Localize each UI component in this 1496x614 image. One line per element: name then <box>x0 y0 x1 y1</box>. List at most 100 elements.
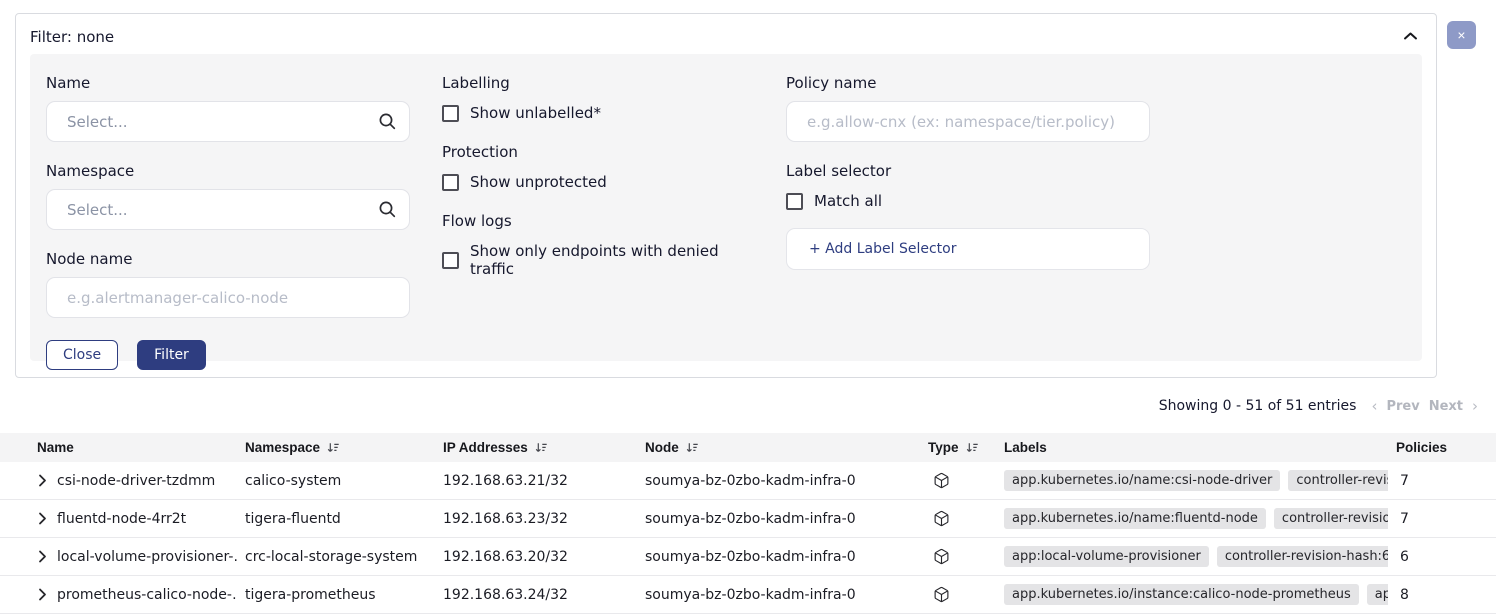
endpoint-policies-count: 6 <box>1388 538 1496 575</box>
next-page-link[interactable]: Next <box>1429 399 1463 414</box>
table-row: local-volume-provisioner-…crc-local-stor… <box>0 538 1496 576</box>
endpoints-table: Name Namespace IP Addresses Node Type La… <box>0 433 1496 614</box>
namespace-field-label: Namespace <box>46 162 410 180</box>
protection-section-label: Protection <box>442 143 754 161</box>
endpoint-ip-addresses: 192.168.63.24/32 <box>435 576 637 613</box>
label-badge: controller-revision-… <box>1274 508 1388 529</box>
endpoint-namespace: calico-system <box>237 462 435 499</box>
chevron-up-icon <box>1403 29 1418 44</box>
endpoint-name: csi-node-driver-tzdmm <box>57 473 215 489</box>
node-name-field-label: Node name <box>46 250 410 268</box>
add-label-selector-button[interactable]: + Add Label Selector <box>786 228 1150 270</box>
pod-cube-icon <box>933 586 950 603</box>
endpoint-type <box>920 500 996 537</box>
row-expand-chevron-icon[interactable] <box>38 512 47 525</box>
endpoint-ip-addresses: 192.168.63.23/32 <box>435 500 637 537</box>
endpoint-namespace: tigera-prometheus <box>237 576 435 613</box>
show-unprotected-checkbox[interactable] <box>442 174 459 191</box>
sort-icon[interactable] <box>685 441 699 455</box>
labelling-section-label: Labelling <box>442 74 754 92</box>
endpoint-policies-count: 8 <box>1388 576 1496 613</box>
endpoint-labels: app.kubernetes.io/name:fluentd-node contr… <box>996 500 1388 537</box>
match-all-checkbox[interactable] <box>786 193 803 210</box>
column-header-ip-addresses[interactable]: IP Addresses <box>435 433 637 462</box>
column-header-labels[interactable]: Labels <box>996 433 1388 462</box>
prev-page-link[interactable]: Prev <box>1386 399 1419 414</box>
endpoint-labels: app:local-volume-provisioner controller-r… <box>996 538 1388 575</box>
label-badge: controller-revision-hash:65… <box>1217 546 1388 567</box>
next-chevron-icon[interactable]: › <box>1472 397 1478 415</box>
pagination: Showing 0 - 51 of 51 entries ‹ Prev Next… <box>1159 397 1478 415</box>
column-header-name[interactable]: Name <box>0 433 237 462</box>
filter-button[interactable]: Filter <box>137 340 206 370</box>
table-header-row: Name Namespace IP Addresses Node Type La… <box>0 433 1496 462</box>
collapse-panel-button[interactable] <box>1399 27 1422 46</box>
show-unlabelled-label: Show unlabelled* <box>470 104 601 122</box>
node-name-input[interactable] <box>46 277 410 318</box>
table-body: csi-node-driver-tzdmmcalico-system192.16… <box>0 462 1496 614</box>
endpoint-node: soumya-bz-0zbo-kadm-infra-0 <box>637 500 920 537</box>
column-header-node[interactable]: Node <box>637 433 920 462</box>
pod-cube-icon <box>933 472 950 489</box>
filter-panel: Filter: none Name Namespace <box>15 13 1437 378</box>
table-row: csi-node-driver-tzdmm calico-system192.16… <box>0 462 1496 500</box>
denied-traffic-checkbox[interactable] <box>442 252 459 269</box>
endpoint-node: soumya-bz-0zbo-kadm-infra-0 <box>637 462 920 499</box>
label-badge: app.kubernetes.io/name:csi-node-driver <box>1004 470 1280 491</box>
row-expand-chevron-icon[interactable] <box>38 550 47 563</box>
sort-icon[interactable] <box>965 441 979 455</box>
endpoint-type <box>920 462 996 499</box>
label-selector-section-label: Label selector <box>786 162 1150 180</box>
column-header-type[interactable]: Type <box>920 433 996 462</box>
endpoint-labels: app.kubernetes.io/instance:calico-node-p… <box>996 576 1388 613</box>
policy-name-input[interactable] <box>786 101 1150 142</box>
match-all-label: Match all <box>814 192 882 210</box>
endpoint-name: prometheus-calico-node-… <box>57 587 237 603</box>
denied-traffic-label: Show only endpoints with denied traffic <box>470 242 754 278</box>
column-header-policies[interactable]: Policies <box>1388 433 1496 462</box>
endpoint-namespace: tigera-fluentd <box>237 500 435 537</box>
endpoint-type <box>920 576 996 613</box>
prev-chevron-icon[interactable]: ‹ <box>1371 397 1377 415</box>
flow-logs-section-label: Flow logs <box>442 212 754 230</box>
endpoint-name: local-volume-provisioner-… <box>57 549 237 565</box>
endpoint-namespace: crc-local-storage-system <box>237 538 435 575</box>
endpoint-ip-addresses: 192.168.63.21/32 <box>435 462 637 499</box>
endpoint-policies-count: 7 <box>1388 462 1496 499</box>
search-icon <box>378 112 397 135</box>
endpoint-labels: app.kubernetes.io/name:csi-node-driver co… <box>996 462 1388 499</box>
label-badge: app.… <box>1367 584 1388 605</box>
search-icon <box>378 200 397 223</box>
sort-icon[interactable] <box>534 441 548 455</box>
endpoint-node: soumya-bz-0zbo-kadm-infra-0 <box>637 576 920 613</box>
close-panel-x-button[interactable]: × <box>1447 21 1476 49</box>
endpoint-name: fluentd-node-4rr2t <box>57 511 186 527</box>
table-row: prometheus-calico-node-…tigera-prometheu… <box>0 576 1496 614</box>
endpoint-policies-count: 7 <box>1388 500 1496 537</box>
filter-panel-header: Filter: none <box>16 14 1436 54</box>
filter-form: Name Namespace Node name Close Filter <box>30 54 1422 361</box>
column-header-namespace[interactable]: Namespace <box>237 433 435 462</box>
sort-icon[interactable] <box>326 441 340 455</box>
row-expand-chevron-icon[interactable] <box>38 588 47 601</box>
policy-name-field-label: Policy name <box>786 74 1150 92</box>
label-badge: app.kubernetes.io/name:fluentd-node <box>1004 508 1266 529</box>
name-field-label: Name <box>46 74 410 92</box>
pod-cube-icon <box>933 548 950 565</box>
namespace-select-input[interactable] <box>46 189 410 230</box>
show-unlabelled-checkbox[interactable] <box>442 105 459 122</box>
close-button[interactable]: Close <box>46 340 118 370</box>
name-select-input[interactable] <box>46 101 410 142</box>
table-row: fluentd-node-4rr2t tigera-fluentd192.168.… <box>0 500 1496 538</box>
filter-panel-title: Filter: none <box>30 28 114 46</box>
label-badge: controller-revisi… <box>1288 470 1388 491</box>
show-unprotected-label: Show unprotected <box>470 173 607 191</box>
row-expand-chevron-icon[interactable] <box>38 474 47 487</box>
endpoint-ip-addresses: 192.168.63.20/32 <box>435 538 637 575</box>
pod-cube-icon <box>933 510 950 527</box>
label-badge: app.kubernetes.io/instance:calico-node-p… <box>1004 584 1359 605</box>
label-badge: app:local-volume-provisioner <box>1004 546 1209 567</box>
entries-summary: Showing 0 - 51 of 51 entries <box>1159 398 1357 414</box>
endpoint-type <box>920 538 996 575</box>
endpoint-node: soumya-bz-0zbo-kadm-infra-0 <box>637 538 920 575</box>
